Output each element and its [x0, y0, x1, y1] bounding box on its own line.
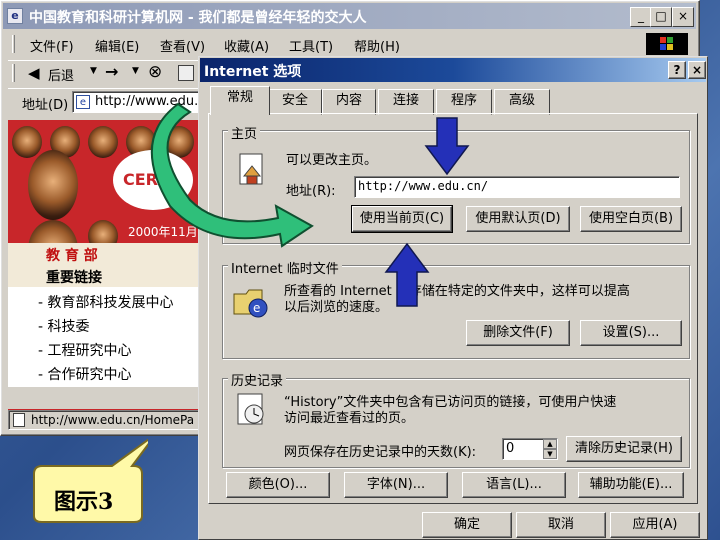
dialog-close-button[interactable]: ×: [688, 61, 706, 79]
ie-logo-icon: e: [7, 8, 23, 24]
temp-group-title: Internet 临时文件: [228, 258, 342, 277]
minimize-button[interactable]: _: [630, 7, 652, 27]
lion-emblem-icon: [88, 126, 118, 158]
dropdown-arrow-icon[interactable]: ▼: [90, 66, 97, 76]
temp-desc-line2: 以后浏览的速度。: [284, 300, 389, 315]
back-button-label[interactable]: 后退: [48, 65, 74, 84]
menu-tools[interactable]: 工具(T): [289, 36, 333, 55]
history-days-input[interactable]: 0 ▲ ▼: [502, 438, 558, 460]
home-address-input[interactable]: http://www.edu.cn/: [354, 176, 680, 198]
green-curved-arrow: [150, 102, 314, 248]
spin-down-icon[interactable]: ▼: [543, 449, 557, 459]
history-group-title: 历史记录: [228, 370, 287, 389]
link-item[interactable]: - 合作研究中心: [38, 364, 132, 384]
blue-up-arrow-icon: [384, 242, 430, 307]
use-current-button[interactable]: 使用当前页(C): [351, 205, 453, 233]
ministry-label: 教 育 部: [46, 248, 98, 264]
menu-edit[interactable]: 编辑(E): [95, 36, 139, 55]
menu-file[interactable]: 文件(F): [30, 36, 74, 55]
accessibility-button[interactable]: 辅助功能(E)...: [578, 472, 684, 498]
clear-history-button[interactable]: 清除历史记录(H): [566, 436, 682, 462]
cancel-button[interactable]: 取消: [516, 512, 606, 538]
blue-down-arrow-icon: [424, 117, 470, 176]
history-icon: [234, 392, 270, 428]
windows-logo-icon: [646, 33, 688, 55]
menu-bar: 文件(F) 编辑(E) 查看(V) 收藏(A) 工具(T) 帮助(H): [8, 32, 698, 56]
menu-view[interactable]: 查看(V): [160, 36, 205, 55]
tab-general[interactable]: 常规: [210, 86, 270, 115]
use-blank-button[interactable]: 使用空白页(B): [580, 206, 682, 232]
link-item[interactable]: - 教育部科技发展中心: [38, 292, 174, 312]
browser-title: 中国教育和科研计算机网 - 我们都是曾经年轻的交大人: [29, 10, 367, 26]
tab-advanced[interactable]: 高级: [494, 89, 550, 115]
dialog-title-bar: Internet 选项: [200, 58, 706, 82]
toolbar-grip: [12, 64, 15, 82]
ok-button[interactable]: 确定: [422, 512, 512, 538]
history-desc-line2: 访问最近查看过的页。: [284, 411, 415, 426]
folder-ie-icon: e: [232, 284, 272, 320]
web-scroll-area: [8, 387, 202, 409]
lion-emblem-icon: [12, 126, 42, 158]
menu-help[interactable]: 帮助(H): [354, 36, 400, 55]
address-label: 地址(D): [22, 98, 69, 113]
back-arrow-icon[interactable]: ◀: [28, 64, 40, 82]
menu-grip: [12, 35, 15, 53]
forward-arrow-icon[interactable]: →: [105, 62, 118, 81]
close-button[interactable]: ×: [672, 7, 694, 27]
toolbar: ◀ 后退 ▼ → ▼ ⊗: [8, 60, 200, 86]
colors-button[interactable]: 颜色(O)...: [226, 472, 330, 498]
help-button[interactable]: ?: [668, 61, 686, 79]
home-address-value: http://www.edu.cn/: [358, 179, 489, 193]
apply-button[interactable]: 应用(A): [610, 512, 700, 538]
links-heading: 重要链接: [46, 270, 102, 286]
status-url: http://www.edu.cn/HomePa: [31, 413, 195, 427]
menu-favorites[interactable]: 收藏(A): [224, 36, 269, 55]
use-default-button[interactable]: 使用默认页(D): [466, 206, 570, 232]
history-days-label: 网页保存在历史记录中的天数(K):: [284, 445, 477, 460]
lion-emblem-icon: [28, 150, 78, 220]
refresh-icon[interactable]: [178, 65, 194, 81]
callout-label: 图示3: [54, 489, 114, 515]
status-bar: http://www.edu.cn/HomePa: [8, 410, 202, 430]
dialog-title: Internet 选项: [204, 64, 302, 80]
history-days-value: 0: [506, 441, 515, 456]
link-item[interactable]: - 科技委: [38, 316, 90, 336]
svg-text:e: e: [253, 301, 260, 315]
ie-page-icon: e: [76, 95, 90, 109]
page-icon: [13, 413, 25, 427]
links-list: - 教育部科技发展中心 - 科技委 - 工程研究中心 - 合作研究中心: [8, 287, 202, 387]
link-item[interactable]: - 工程研究中心: [38, 340, 132, 360]
languages-button[interactable]: 语言(L)...: [462, 472, 566, 498]
spin-up-icon[interactable]: ▲: [543, 439, 557, 449]
browser-title-bar: e 中国教育和科研计算机网 - 我们都是曾经年轻的交大人: [3, 3, 696, 29]
delete-files-button[interactable]: 删除文件(F): [466, 320, 570, 346]
tab-content[interactable]: 内容: [322, 89, 376, 115]
settings-button[interactable]: 设置(S)...: [580, 320, 682, 346]
stop-icon[interactable]: ⊗: [148, 62, 162, 82]
fonts-button[interactable]: 字体(N)...: [344, 472, 448, 498]
maximize-button[interactable]: □: [650, 7, 672, 27]
tab-connections[interactable]: 连接: [378, 89, 434, 115]
dropdown-arrow-icon[interactable]: ▼: [132, 66, 139, 76]
tab-programs[interactable]: 程序: [436, 89, 492, 115]
